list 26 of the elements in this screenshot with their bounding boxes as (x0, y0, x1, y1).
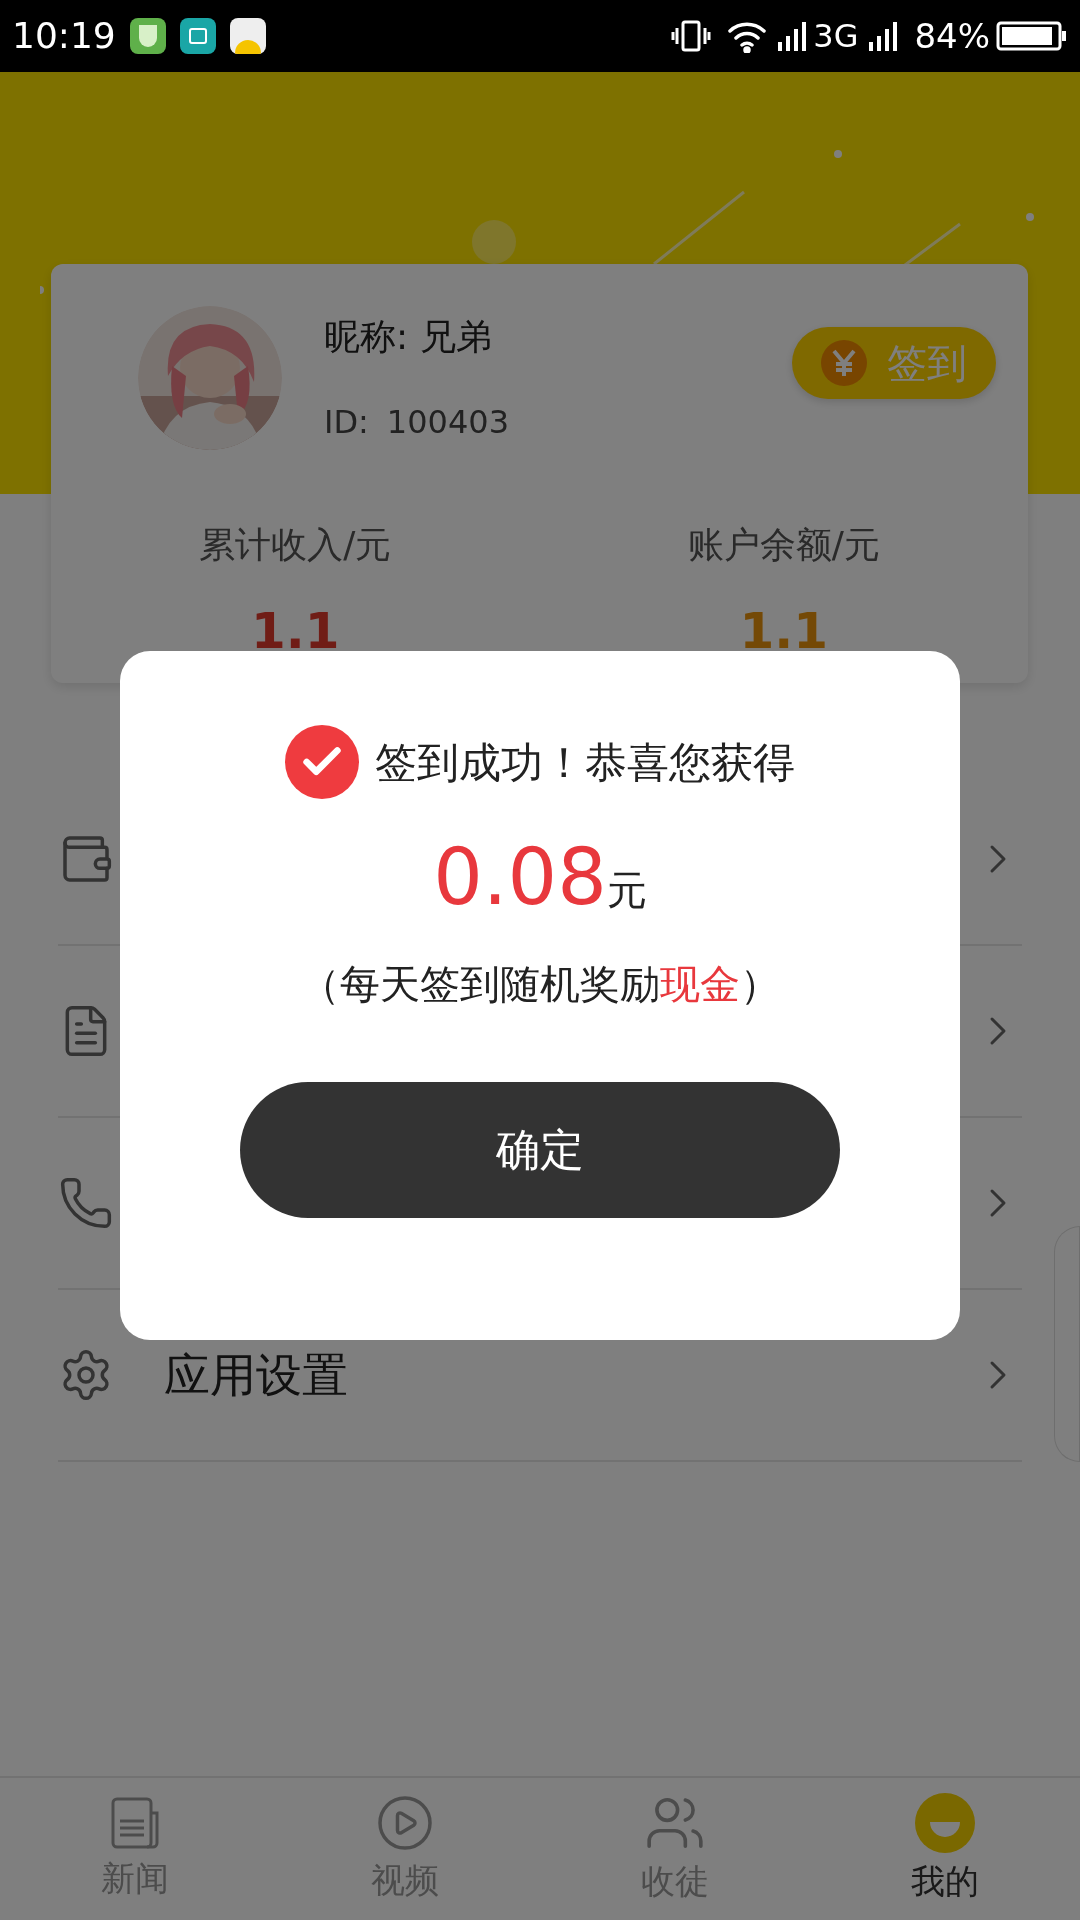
app-icon (229, 18, 266, 54)
amount-unit: 元 (606, 866, 647, 915)
stat-label: 账户余额/元 (687, 523, 880, 567)
reward-note: （每天签到随机奖励现金） (300, 960, 780, 1009)
confirm-button[interactable]: 确定 (240, 1082, 840, 1218)
success-message: 签到成功！恭喜您获得 (375, 736, 795, 789)
shield-app-icon (129, 18, 166, 54)
battery-percent: 84% (914, 14, 990, 58)
vibrate-icon (671, 18, 712, 54)
nickname: 昵称: 兄弟 (324, 315, 493, 359)
tab[interactable]: 我的 (810, 1778, 1080, 1920)
phone-icon (58, 1175, 114, 1231)
stat-label: 累计收入/元 (199, 523, 392, 567)
reward-amount: 0.08 (433, 831, 607, 924)
scan-app-icon (179, 18, 216, 54)
status-time: 10:19 (12, 14, 116, 58)
battery-icon (996, 21, 1068, 51)
sign-in-button[interactable]: 签到 (792, 327, 996, 399)
yen-icon (821, 340, 867, 386)
stat-value: 1.1 (739, 601, 829, 662)
stat-value: 1.1 (250, 601, 340, 662)
user-id: 100403 (386, 402, 509, 443)
network-type: 3G (813, 16, 859, 57)
id-label: ID: (324, 402, 369, 443)
smile-icon (914, 1791, 976, 1854)
menu-label: 应用设置 (164, 1346, 348, 1404)
